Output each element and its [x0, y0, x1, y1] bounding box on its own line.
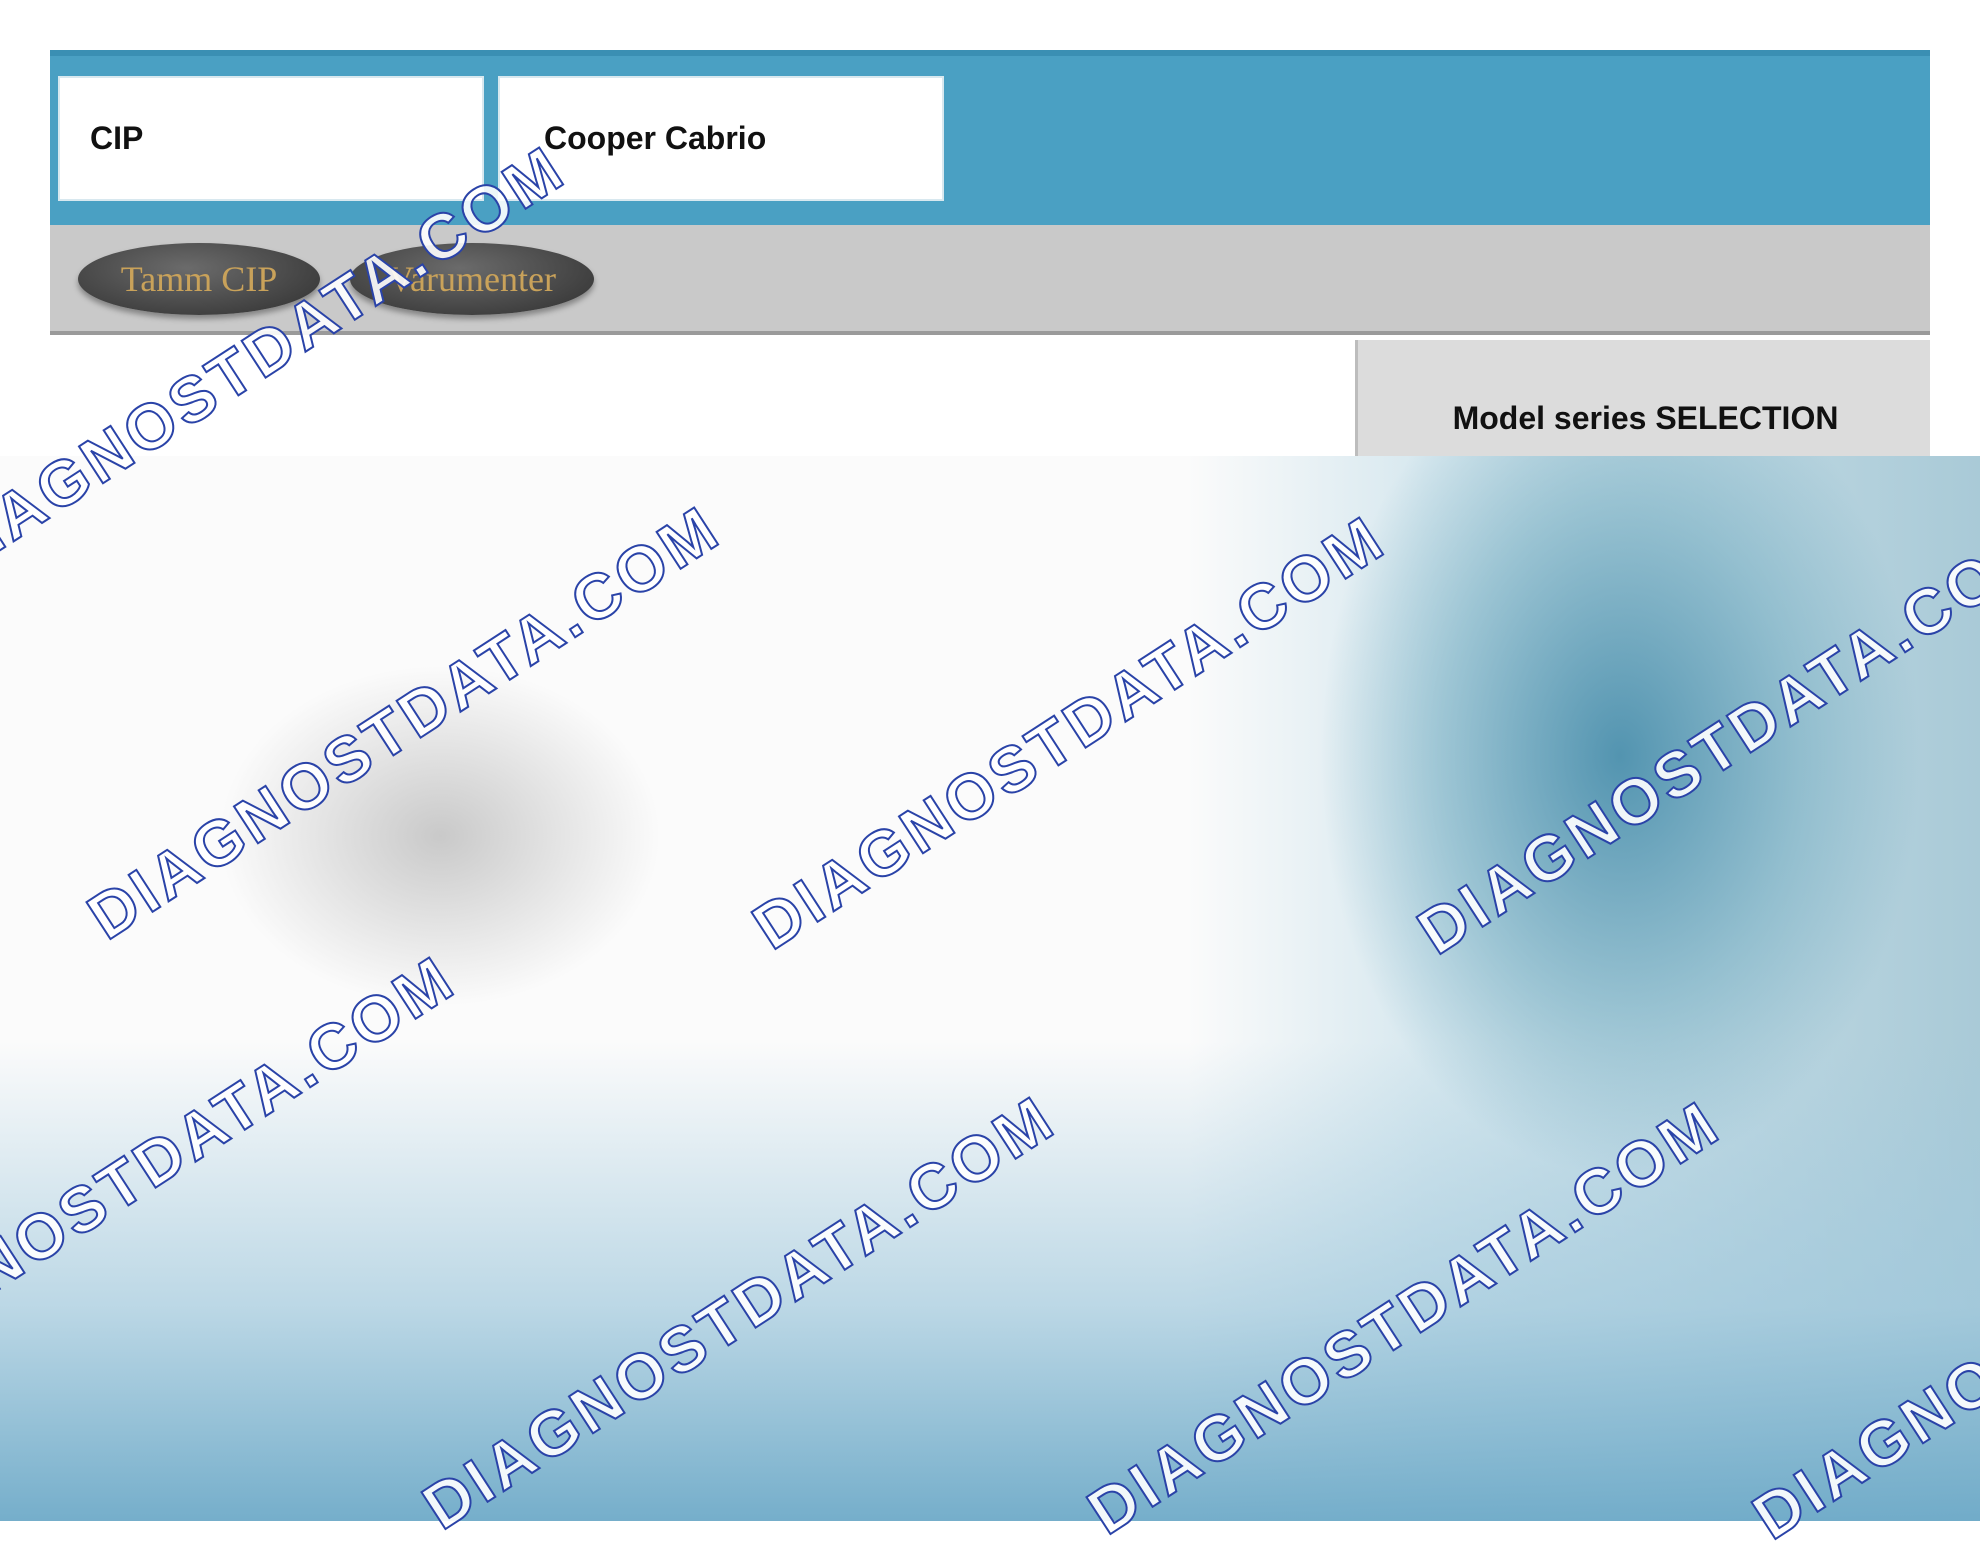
blurred-background: [0, 456, 1980, 1521]
vehicle-model-value: Cooper Cabrio: [544, 120, 767, 156]
header-bar: CIP Cooper Cabrio: [50, 50, 1930, 225]
vehicle-type-value: CIP: [90, 120, 144, 156]
vehicle-type-field[interactable]: CIP: [58, 76, 484, 201]
model-series-title: Model series SELECTION: [1452, 400, 1839, 436]
first-toolbar-button-label: Tamm CIP: [120, 259, 278, 299]
